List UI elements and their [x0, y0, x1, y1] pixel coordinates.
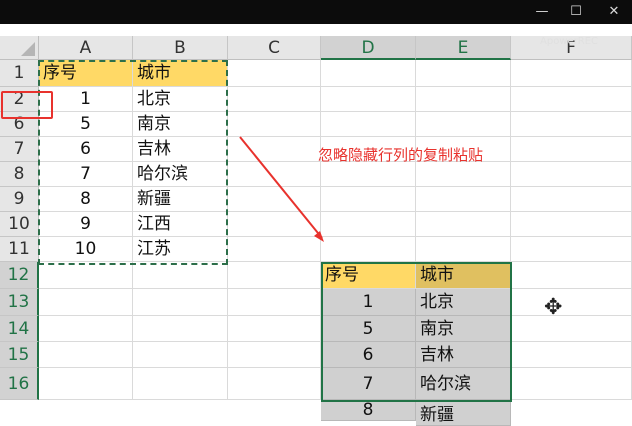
annotation-arrowhead-icon: [314, 231, 324, 242]
cross-cursor-icon: ✥: [544, 295, 563, 320]
annotation-arrow: [239, 136, 323, 239]
pasted-seq-cell[interactable]: 8: [321, 400, 416, 421]
arrow-overlay: [239, 136, 324, 242]
pasted-city-cell[interactable]: 新疆: [416, 400, 511, 426]
annotation-text: 忽略隐藏行列的复制粘贴: [318, 146, 484, 164]
recorder-watermark: ApowerREC: [540, 36, 598, 47]
